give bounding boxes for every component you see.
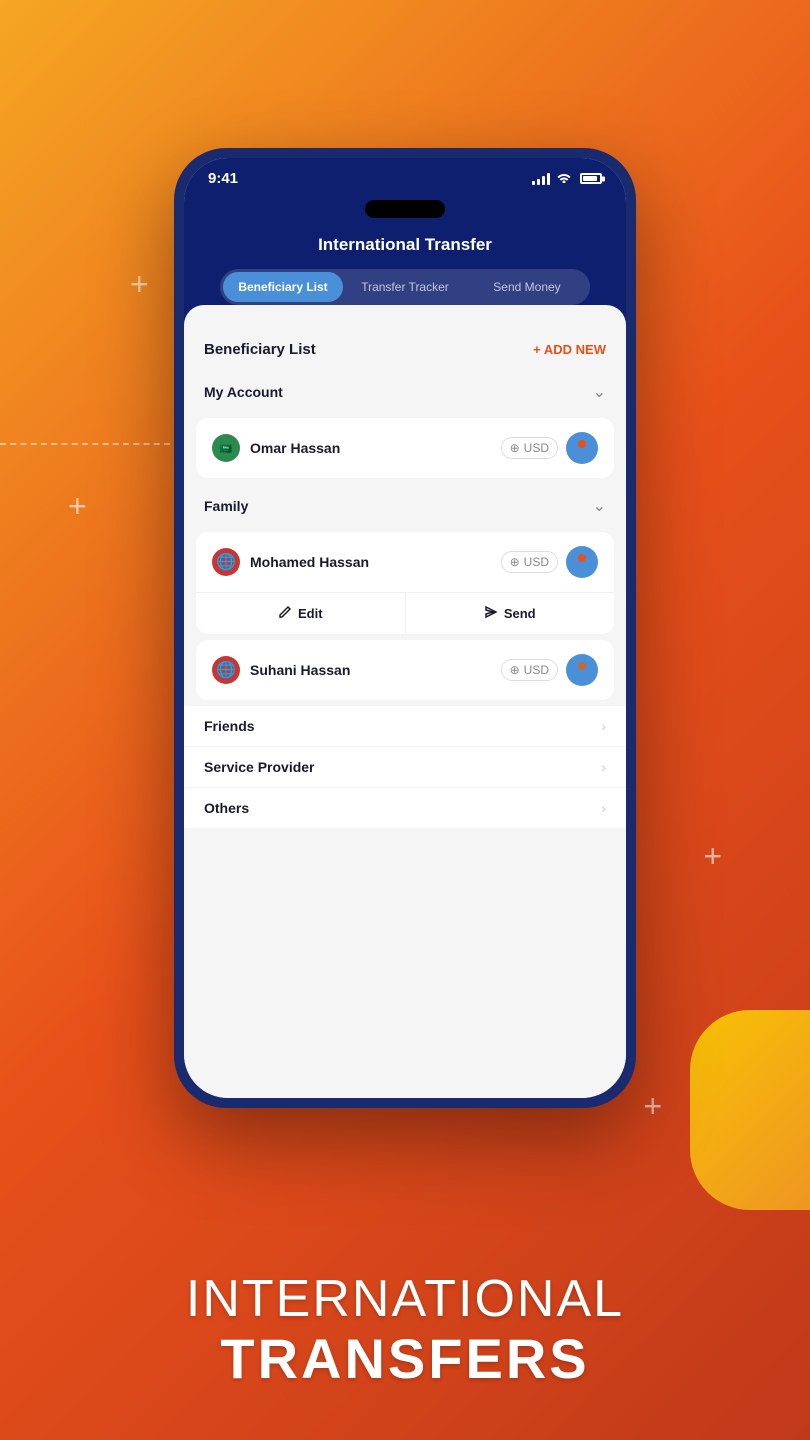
- category-label-friends: Friends: [204, 718, 255, 734]
- avatar-suhani: [566, 654, 598, 686]
- category-label-family: Family: [204, 498, 248, 514]
- category-header-family[interactable]: Family ⌄: [184, 484, 626, 528]
- svg-text:🇸🇦: 🇸🇦: [220, 443, 233, 455]
- category-others: Others ›: [184, 788, 626, 828]
- category-family: Family ⌄ 🌐 Mohamed Hassan: [184, 484, 626, 700]
- category-label-others: Others: [204, 800, 249, 816]
- tab-transfer-tracker[interactable]: Transfer Tracker: [345, 272, 465, 302]
- tabs-container: Beneficiary List Transfer Tracker Send M…: [204, 269, 606, 305]
- chevron-right-icon-others: ›: [601, 800, 606, 816]
- decorative-plus-3: +: [703, 840, 722, 872]
- beneficiary-card-mohamed: 🌐 Mohamed Hassan ⊕ USD: [196, 532, 614, 634]
- wifi-icon: [556, 171, 572, 186]
- category-header-others[interactable]: Others ›: [184, 788, 626, 828]
- beneficiary-card-omar: 🇸🇦 Omar Hassan ⊕ USD: [196, 418, 614, 478]
- beneficiary-left-suhani: 🌐 Suhani Hassan: [212, 656, 350, 684]
- avatar-mohamed: [566, 546, 598, 578]
- edit-icon: [278, 605, 292, 622]
- plus-usd-icon-suhani: ⊕: [510, 663, 520, 677]
- category-header-friends[interactable]: Friends ›: [184, 706, 626, 746]
- decorative-plus-4: +: [643, 1090, 662, 1122]
- usd-badge-mohamed: ⊕ USD: [501, 551, 558, 573]
- notch-pill: [365, 200, 445, 218]
- tab-beneficiary-list[interactable]: Beneficiary List: [223, 272, 343, 302]
- action-row-mohamed: Edit Send: [196, 592, 614, 634]
- beneficiary-left-omar: 🇸🇦 Omar Hassan: [212, 434, 340, 462]
- bottom-text-line2: TRANSFERS: [0, 1328, 810, 1390]
- signal-icon: [532, 173, 550, 185]
- status-time: 9:41: [208, 170, 238, 187]
- page-title: Beneficiary List: [204, 341, 316, 358]
- send-label: Send: [504, 606, 536, 621]
- beneficiary-right-omar: ⊕ USD: [501, 432, 598, 464]
- beneficiary-name-omar: Omar Hassan: [250, 440, 340, 456]
- beneficiary-item-omar[interactable]: 🇸🇦 Omar Hassan ⊕ USD: [196, 418, 614, 478]
- plus-usd-icon-mohamed: ⊕: [510, 555, 520, 569]
- app-title: International Transfer: [204, 235, 606, 255]
- status-bar: 9:41: [184, 158, 626, 195]
- chevron-right-icon-friends: ›: [601, 718, 606, 734]
- dashed-line: [0, 443, 170, 445]
- header-curve: [184, 305, 626, 325]
- send-icon: [484, 605, 498, 622]
- plus-usd-icon: ⊕: [510, 441, 520, 455]
- phone-frame: 9:41 Int: [174, 148, 636, 1108]
- category-friends: Friends ›: [184, 706, 626, 746]
- category-my-account: My Account ⌄ 🇸🇦 Omar Hassan: [184, 370, 626, 478]
- beneficiary-item-suhani[interactable]: 🌐 Suhani Hassan ⊕ USD: [196, 640, 614, 700]
- category-service-provider: Service Provider ›: [184, 747, 626, 787]
- category-label-my-account: My Account: [204, 384, 283, 400]
- beneficiary-name-suhani: Suhani Hassan: [250, 662, 350, 678]
- category-header-my-account[interactable]: My Account ⌄: [184, 370, 626, 414]
- notch-area: [184, 195, 626, 223]
- content-area: Beneficiary List + ADD NEW My Account ⌄: [184, 325, 626, 1098]
- add-new-button[interactable]: + ADD NEW: [533, 342, 606, 357]
- app-header: International Transfer Beneficiary List …: [184, 223, 626, 305]
- chevron-right-icon-service: ›: [601, 759, 606, 775]
- tab-send-money[interactable]: Send Money: [467, 272, 587, 302]
- decorative-plus-2: +: [68, 490, 87, 522]
- beneficiary-right-mohamed: ⊕ USD: [501, 546, 598, 578]
- flag-icon-suhani: 🌐: [212, 656, 240, 684]
- flag-icon-omar: 🇸🇦: [212, 434, 240, 462]
- usd-badge-suhani: ⊕ USD: [501, 659, 558, 681]
- send-button-mohamed[interactable]: Send: [406, 593, 615, 634]
- beneficiary-card-suhani: 🌐 Suhani Hassan ⊕ USD: [196, 640, 614, 700]
- battery-icon: [580, 173, 602, 184]
- usd-badge-omar: ⊕ USD: [501, 437, 558, 459]
- beneficiary-left-mohamed: 🌐 Mohamed Hassan: [212, 548, 369, 576]
- beneficiary-right-suhani: ⊕ USD: [501, 654, 598, 686]
- category-header-service-provider[interactable]: Service Provider ›: [184, 747, 626, 787]
- bottom-headline: INTERNATIONAL TRANSFERS: [0, 1271, 810, 1390]
- bottom-text-line1: INTERNATIONAL: [0, 1271, 810, 1328]
- beneficiary-item-mohamed[interactable]: 🌐 Mohamed Hassan ⊕ USD: [196, 532, 614, 592]
- notch: [345, 195, 465, 223]
- avatar-omar: [566, 432, 598, 464]
- flag-icon-mohamed: 🌐: [212, 548, 240, 576]
- chevron-down-icon-family: ⌄: [593, 496, 606, 516]
- edit-button-mohamed[interactable]: Edit: [196, 593, 406, 634]
- tab-bar: Beneficiary List Transfer Tracker Send M…: [220, 269, 590, 305]
- page-header: Beneficiary List + ADD NEW: [184, 325, 626, 370]
- phone-screen: 9:41 Int: [184, 158, 626, 1098]
- chevron-down-icon: ⌄: [593, 382, 606, 402]
- yellow-blob: [690, 1010, 810, 1210]
- decorative-plus-1: +: [130, 268, 149, 300]
- status-icons: [532, 171, 602, 186]
- edit-label: Edit: [298, 606, 323, 621]
- beneficiary-name-mohamed: Mohamed Hassan: [250, 554, 369, 570]
- category-label-service-provider: Service Provider: [204, 759, 315, 775]
